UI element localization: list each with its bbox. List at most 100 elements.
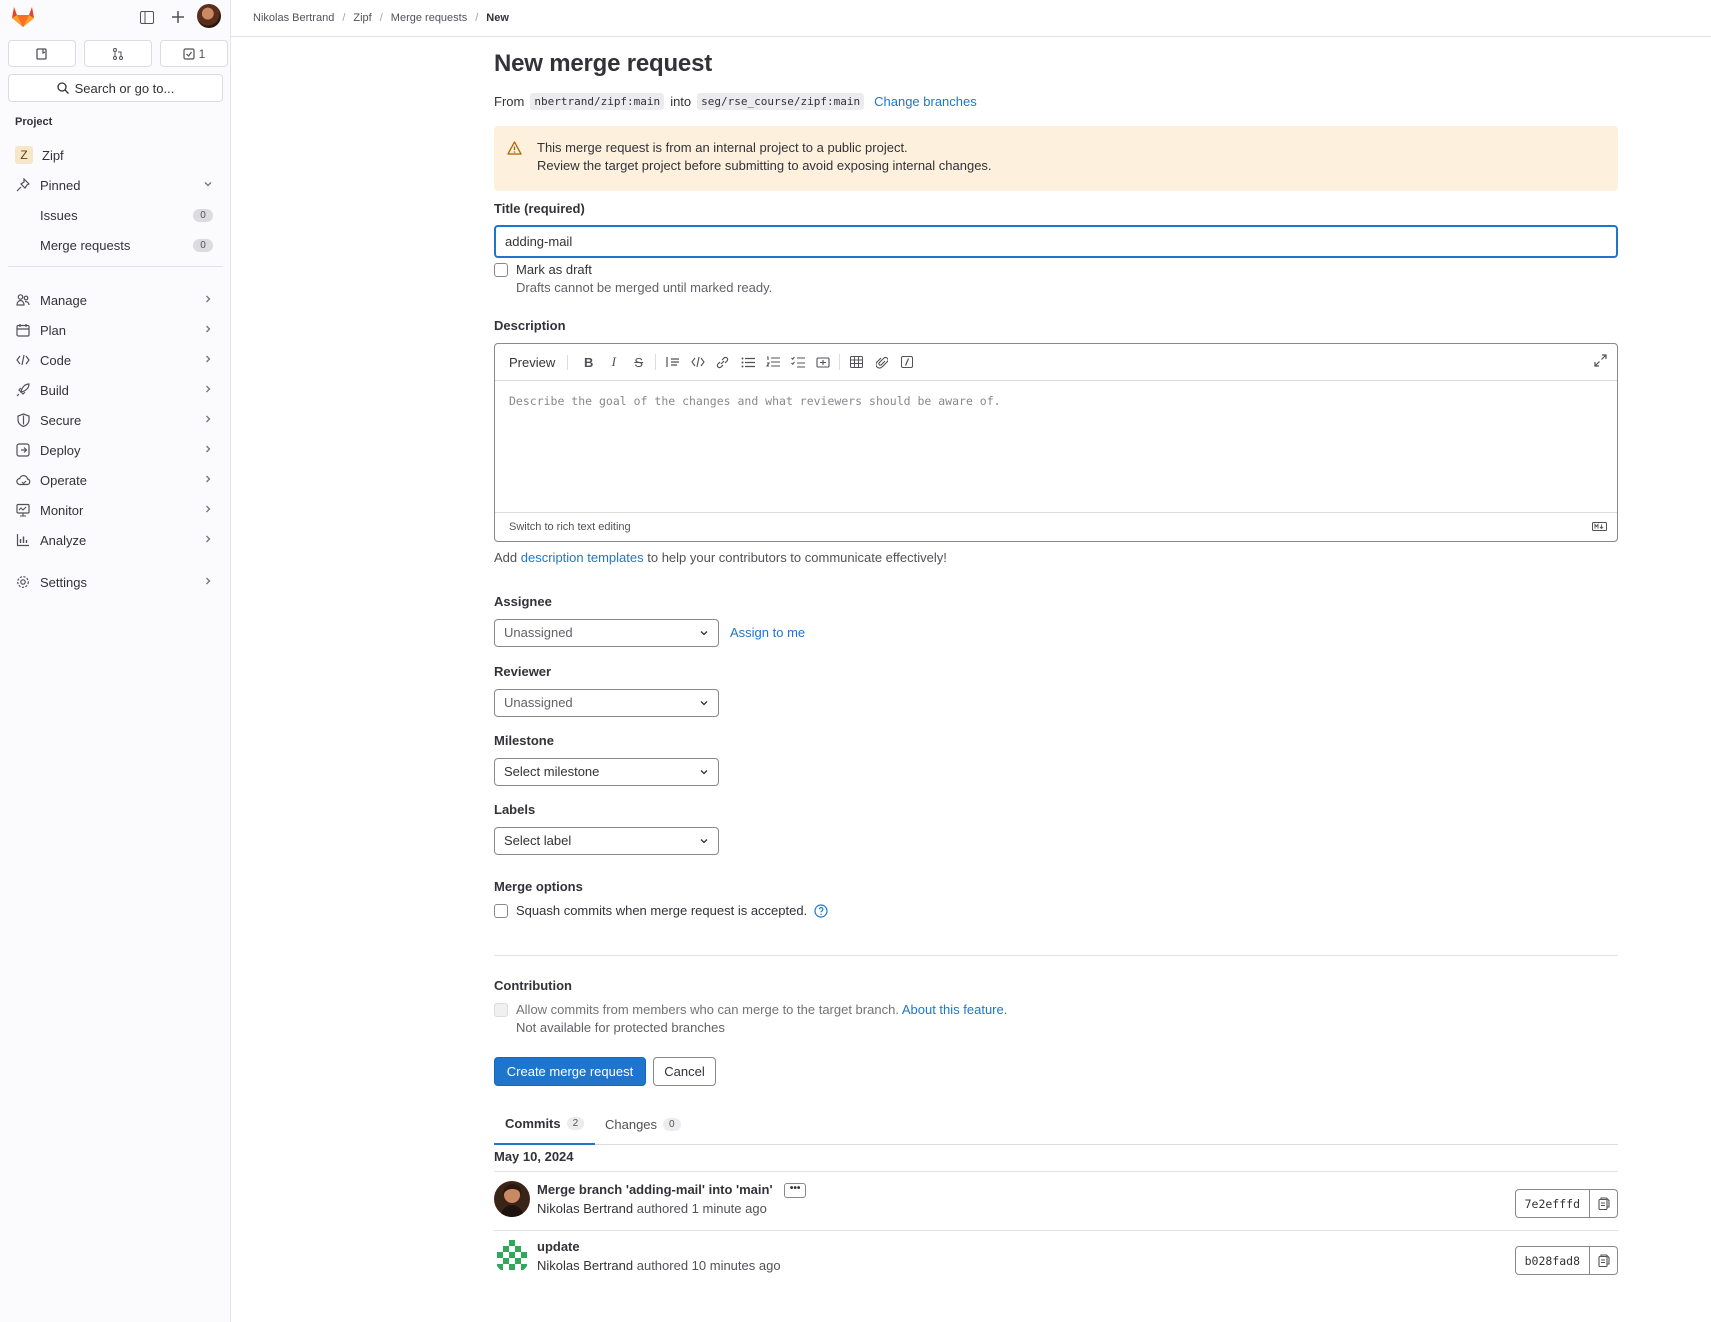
templates-prefix: Add <box>494 550 518 565</box>
project-avatar: Z <box>15 146 33 164</box>
quote-icon[interactable] <box>660 352 685 372</box>
commit-title-link[interactable]: Merge branch 'adding-mail' into 'main' <box>537 1182 773 1197</box>
allow-commits-label: Allow commits from members who can merge… <box>516 1002 1007 1017</box>
analyze-label: Analyze <box>40 532 87 548</box>
sidebar-item-merge-requests[interactable]: Merge requests 0 <box>8 231 223 259</box>
sidebar-item-code[interactable]: Code <box>8 346 223 374</box>
search-button[interactable]: Search or go to... <box>8 74 223 102</box>
sidebar-item-pinned[interactable]: Pinned <box>8 171 223 199</box>
breadcrumb-current[interactable]: New <box>486 12 509 24</box>
merge-requests-count-button[interactable] <box>84 40 152 67</box>
squash-checkbox[interactable] <box>494 904 508 918</box>
sidebar-item-secure[interactable]: Secure <box>8 406 223 434</box>
date-divider <box>494 1171 1618 1172</box>
numbered-list-icon[interactable] <box>760 352 785 372</box>
commit-author[interactable]: Nikolas Bertrand <box>537 1258 633 1273</box>
tab-commits-count: 2 <box>566 1116 585 1130</box>
task-list-icon[interactable] <box>785 352 810 372</box>
commit-title-link[interactable]: update <box>537 1239 580 1254</box>
description-textarea[interactable]: Describe the goal of the changes and wha… <box>495 381 1617 512</box>
milestone-dropdown[interactable]: Select milestone <box>494 758 719 786</box>
table-icon[interactable] <box>844 352 869 372</box>
title-input[interactable] <box>494 225 1618 258</box>
sidebar-item-analyze[interactable]: Analyze <box>8 526 223 554</box>
change-branches-link[interactable]: Change branches <box>874 94 977 109</box>
todos-button[interactable]: 1 <box>160 40 228 67</box>
commit-sha[interactable]: b028fad8 <box>1514 1246 1590 1275</box>
pin-icon <box>15 177 31 193</box>
sidebar-item-manage[interactable]: Manage <box>8 286 223 314</box>
assignee-dropdown[interactable]: Unassigned <box>494 619 719 647</box>
commit-author-avatar[interactable] <box>494 1238 530 1274</box>
copy-icon[interactable] <box>1590 1246 1618 1275</box>
rich-text-toggle[interactable]: Switch to rich text editing <box>509 521 631 533</box>
chevron-down-icon <box>699 767 709 777</box>
draft-checkbox[interactable] <box>494 263 508 277</box>
create-merge-request-button[interactable]: Create merge request <box>494 1057 646 1086</box>
plus-icon[interactable] <box>168 7 188 27</box>
bullet-list-icon[interactable] <box>735 352 760 372</box>
templates-hint: Add description templates to help your c… <box>494 550 947 565</box>
user-avatar[interactable] <box>197 4 221 28</box>
commit-author[interactable]: Nikolas Bertrand <box>537 1201 633 1216</box>
sidebar-item-issues[interactable]: Issues 0 <box>8 201 223 229</box>
preview-button[interactable]: Preview <box>503 354 569 370</box>
todos-count: 1 <box>198 46 206 61</box>
expand-description-button[interactable]: ••• <box>784 1183 807 1199</box>
gitlab-logo-icon[interactable] <box>10 4 36 28</box>
code-icon[interactable] <box>685 352 710 372</box>
code-icon <box>15 352 31 368</box>
sidebar-toggle-icon[interactable] <box>137 7 157 27</box>
sidebar-item-build[interactable]: Build <box>8 376 223 404</box>
bold-icon[interactable]: B <box>576 352 601 372</box>
merge-options-label: Merge options <box>494 879 583 894</box>
build-label: Build <box>40 382 69 398</box>
fullscreen-icon[interactable] <box>1594 354 1607 367</box>
sidebar-item-plan[interactable]: Plan <box>8 316 223 344</box>
collapsible-icon[interactable] <box>810 352 835 372</box>
sidebar-item-monitor[interactable]: Monitor <box>8 496 223 524</box>
monitor-icon <box>15 502 31 518</box>
slash-commands-icon[interactable] <box>894 352 919 372</box>
commit-author-avatar[interactable] <box>494 1181 530 1217</box>
operate-label: Operate <box>40 472 87 488</box>
sidebar-counts: 1 <box>8 40 228 67</box>
calendar-icon <box>15 322 31 338</box>
breadcrumb-merge-requests[interactable]: Merge requests <box>391 12 467 24</box>
sidebar-item-deploy[interactable]: Deploy <box>8 436 223 464</box>
help-icon[interactable] <box>814 904 828 918</box>
breadcrumb-user[interactable]: Nikolas Bertrand <box>253 12 334 24</box>
reviewer-label: Reviewer <box>494 664 552 679</box>
page-title: New merge request <box>494 50 713 77</box>
deploy-label: Deploy <box>40 442 81 458</box>
tab-changes[interactable]: Changes 0 <box>594 1103 692 1145</box>
labels-dropdown[interactable]: Select label <box>494 827 719 855</box>
reviewer-dropdown[interactable]: Unassigned <box>494 689 719 717</box>
link-icon[interactable] <box>710 352 735 372</box>
breadcrumb-separator: / <box>475 12 479 24</box>
sidebar-item-settings[interactable]: Settings <box>8 568 223 596</box>
assign-to-me-link[interactable]: Assign to me <box>730 625 805 640</box>
tab-commits[interactable]: Commits 2 <box>494 1103 596 1145</box>
sidebar-item-project[interactable]: Z Zipf <box>8 141 223 169</box>
sidebar-header <box>0 0 230 34</box>
contribution-label: Contribution <box>494 978 572 993</box>
breadcrumb-project[interactable]: Zipf <box>353 12 371 24</box>
commit-row: Merge branch 'adding-mail' into 'main' •… <box>494 1176 1618 1230</box>
sidebar-item-operate[interactable]: Operate <box>8 466 223 494</box>
rocket-icon <box>15 382 31 398</box>
commit-sha[interactable]: 7e2efffd <box>1514 1189 1590 1218</box>
cancel-button[interactable]: Cancel <box>653 1057 716 1086</box>
description-templates-link[interactable]: description templates <box>521 550 644 565</box>
about-feature-link[interactable]: About this feature. <box>902 1002 1008 1017</box>
copy-icon[interactable] <box>1590 1189 1618 1218</box>
allow-commits-checkbox[interactable] <box>494 1003 508 1017</box>
chevron-right-icon <box>203 576 213 586</box>
search-icon <box>56 82 69 94</box>
secure-label: Secure <box>40 412 82 428</box>
strikethrough-icon[interactable]: S <box>626 352 651 372</box>
sidebar-section-title: Project <box>15 116 53 128</box>
attachment-icon[interactable] <box>869 352 894 372</box>
italic-icon[interactable]: I <box>601 352 626 372</box>
assigned-issues-button[interactable] <box>8 40 76 67</box>
